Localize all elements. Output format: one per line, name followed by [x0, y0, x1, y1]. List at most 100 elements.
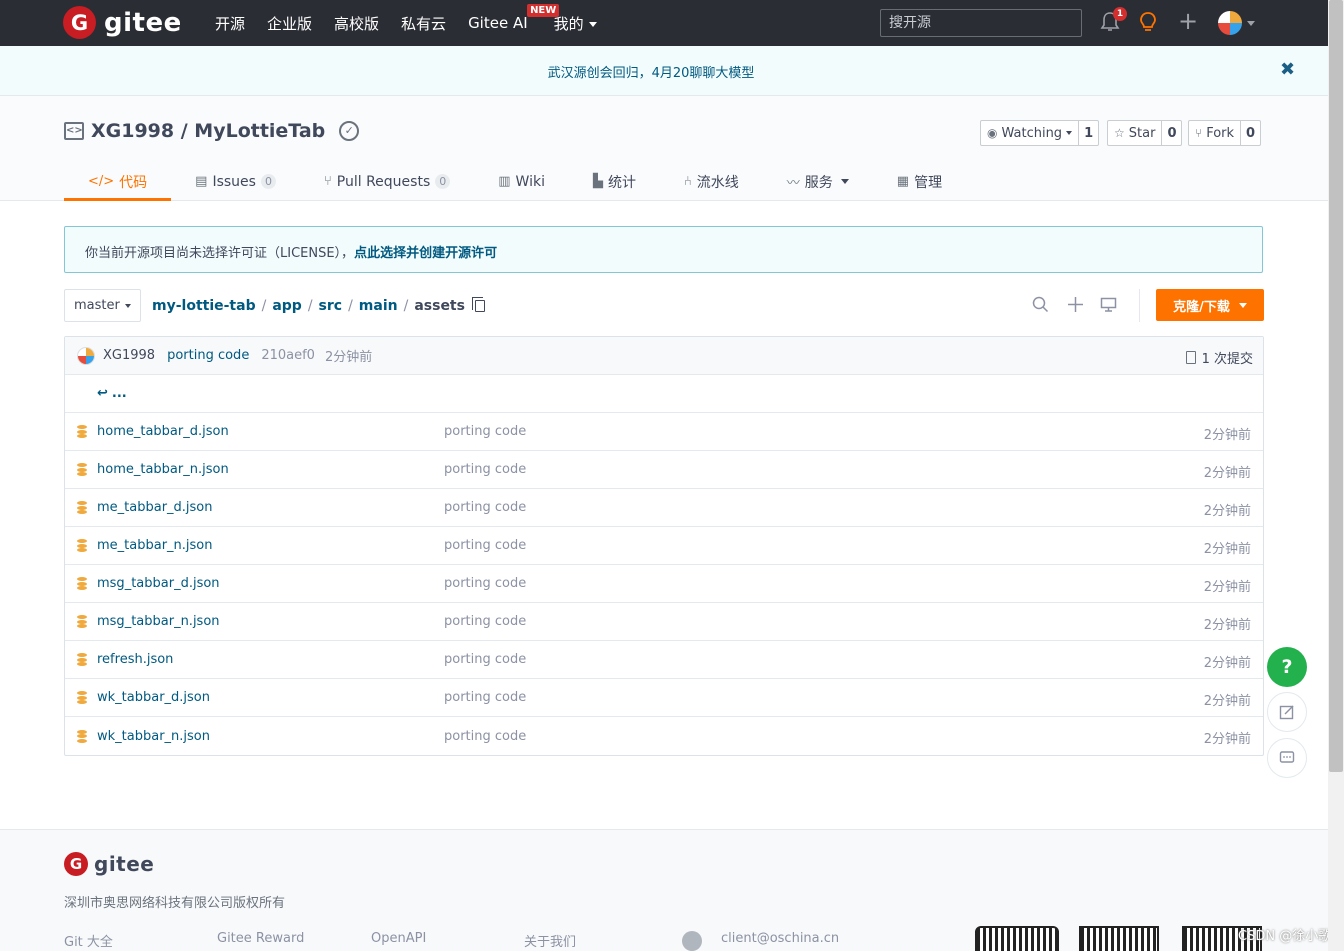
tab-pipeline[interactable]: ⑃ 流水线 — [660, 162, 763, 201]
copy-icon[interactable] — [471, 297, 485, 312]
tab-issues[interactable]: ▤ Issues 0 — [171, 162, 300, 201]
web-ide-icon[interactable] — [1100, 296, 1117, 318]
breadcrumb-app[interactable]: app — [272, 298, 302, 314]
file-row[interactable]: home_tabbar_n.json porting code 2分钟前 — [65, 451, 1263, 489]
badge-icon[interactable]: ✓ — [339, 121, 360, 141]
database-file-icon — [77, 463, 87, 476]
file-name[interactable]: wk_tabbar_n.json — [97, 729, 444, 744]
fork-button[interactable]: ⑂ Fork — [1189, 121, 1242, 145]
watch-count[interactable]: 1 — [1079, 121, 1098, 145]
footer-logo[interactable]: G gitee — [64, 852, 154, 876]
file-commit-message[interactable]: porting code — [444, 614, 526, 629]
book-icon: ▥ — [498, 174, 511, 189]
file-row[interactable]: me_tabbar_n.json porting code 2分钟前 — [65, 527, 1263, 565]
gitee-logo[interactable]: G gitee — [63, 6, 182, 39]
lightbulb-icon[interactable] — [1138, 11, 1158, 39]
breadcrumb-src[interactable]: src — [319, 298, 343, 314]
file-row[interactable]: msg_tabbar_n.json porting code 2分钟前 — [65, 603, 1263, 641]
file-commit-message[interactable]: porting code — [444, 652, 526, 667]
feedback-button[interactable] — [1267, 692, 1307, 732]
file-name[interactable]: home_tabbar_d.json — [97, 424, 444, 439]
file-row[interactable]: wk_tabbar_n.json porting code 2分钟前 — [65, 717, 1263, 755]
file-name[interactable]: wk_tabbar_d.json — [97, 690, 444, 705]
avatar-chevron-down-icon[interactable] — [1247, 21, 1255, 26]
fork-group: ⑂ Fork 0 — [1188, 120, 1262, 146]
close-icon[interactable]: ✖ — [1280, 59, 1295, 80]
nav-mine[interactable]: 我的 — [554, 13, 597, 34]
commit-author-avatar[interactable] — [77, 346, 95, 365]
commit-count-link[interactable]: 1 次提交 — [1185, 348, 1253, 367]
nav-education[interactable]: 高校版 — [334, 13, 379, 34]
chat-button[interactable] — [1267, 738, 1307, 778]
commit-sha[interactable]: 210aef0 — [261, 348, 315, 363]
chat-icon — [1279, 751, 1295, 763]
clone-download-button[interactable]: 克隆/下载 — [1156, 289, 1264, 321]
branch-name: master — [74, 298, 120, 313]
search-input[interactable] — [880, 9, 1082, 37]
license-create-link[interactable]: 点此选择并创建开源许可 — [354, 246, 497, 261]
footer: G gitee 深圳市奥思网络科技有限公司版权所有 Git 大全 Gitee R… — [0, 829, 1328, 951]
scrollbar-thumb[interactable] — [1329, 0, 1343, 772]
fork-count[interactable]: 0 — [1241, 121, 1260, 145]
help-button[interactable]: ? — [1267, 647, 1307, 687]
file-name[interactable]: msg_tabbar_n.json — [97, 614, 444, 629]
issues-icon: ▤ — [195, 174, 208, 189]
parent-directory-row[interactable]: ↩ ... — [65, 375, 1263, 413]
bar-chart-icon: ▙ — [592, 174, 603, 189]
footer-link-reward[interactable]: Gitee Reward — [217, 931, 304, 946]
file-commit-message[interactable]: porting code — [444, 538, 526, 553]
notification-bell-icon[interactable]: 1 — [1100, 7, 1127, 39]
repo-name[interactable]: XG1998 / MyLottieTab — [91, 120, 325, 142]
tab-code[interactable]: </> 代码 — [64, 162, 172, 201]
tab-wiki[interactable]: ▥ Wiki — [474, 162, 569, 201]
footer-link-openapi[interactable]: OpenAPI — [371, 931, 426, 946]
file-name[interactable]: msg_tabbar_d.json — [97, 576, 444, 591]
star-button[interactable]: ☆ Star — [1108, 121, 1163, 145]
chevron-down-icon — [840, 179, 849, 184]
search-icon[interactable] — [1032, 296, 1049, 318]
file-name[interactable]: home_tabbar_n.json — [97, 462, 444, 477]
nav-gitee-ai[interactable]: Gitee AI NEW — [468, 4, 560, 32]
footer-link-about[interactable]: 关于我们 — [524, 931, 576, 950]
qr-code-image — [1079, 926, 1159, 951]
commit-message[interactable]: porting code — [167, 348, 249, 363]
file-row[interactable]: home_tabbar_d.json porting code 2分钟前 — [65, 413, 1263, 451]
tab-services[interactable]: 〰服务 — [763, 162, 873, 201]
nav-open-source[interactable]: 开源 — [215, 13, 245, 34]
parent-directory-label: ... — [111, 386, 127, 401]
file-row[interactable]: me_tabbar_d.json porting code 2分钟前 — [65, 489, 1263, 527]
commit-author[interactable]: XG1998 — [103, 348, 155, 363]
tab-stats[interactable]: ▙ 统计 — [569, 162, 660, 201]
file-commit-message[interactable]: porting code — [444, 462, 526, 477]
file-commit-message[interactable]: porting code — [444, 690, 526, 705]
add-file-icon[interactable] — [1067, 296, 1084, 318]
tab-manage[interactable]: ▦ 管理 — [873, 162, 966, 201]
footer-email[interactable]: client@oschina.cn — [721, 931, 839, 946]
file-name[interactable]: me_tabbar_n.json — [97, 538, 444, 553]
branch-selector[interactable]: master — [64, 289, 141, 322]
user-avatar[interactable] — [1218, 11, 1242, 35]
file-commit-message[interactable]: porting code — [444, 729, 526, 744]
code-icon: </> — [88, 174, 115, 189]
eye-icon: ◉ — [987, 126, 998, 140]
create-plus-icon[interactable]: + — [1178, 9, 1198, 33]
breadcrumb-repo[interactable]: my-lottie-tab — [152, 298, 256, 314]
watch-button[interactable]: ◉ Watching — [981, 121, 1080, 145]
file-name[interactable]: me_tabbar_d.json — [97, 500, 444, 515]
file-row[interactable]: msg_tabbar_d.json porting code 2分钟前 — [65, 565, 1263, 603]
file-row[interactable]: wk_tabbar_d.json porting code 2分钟前 — [65, 679, 1263, 717]
nav-enterprise[interactable]: 企业版 — [267, 13, 312, 34]
issues-count: 0 — [260, 174, 276, 189]
file-commit-message[interactable]: porting code — [444, 576, 526, 591]
nav-private-cloud[interactable]: 私有云 — [401, 13, 446, 34]
tab-pull-requests[interactable]: ⑂ Pull Requests 0 — [300, 162, 474, 201]
file-row[interactable]: refresh.json porting code 2分钟前 — [65, 641, 1263, 679]
file-commit-message[interactable]: porting code — [444, 424, 526, 439]
footer-link-git[interactable]: Git 大全 — [64, 931, 113, 950]
file-commit-message[interactable]: porting code — [444, 500, 526, 515]
star-count[interactable]: 0 — [1162, 121, 1181, 145]
file-commit-time: 2分钟前 — [1203, 542, 1251, 557]
breadcrumb-main[interactable]: main — [359, 298, 398, 314]
announcement-link[interactable]: 武汉源创会回归，4月20聊聊大模型 — [0, 62, 1302, 81]
file-name[interactable]: refresh.json — [97, 652, 444, 667]
